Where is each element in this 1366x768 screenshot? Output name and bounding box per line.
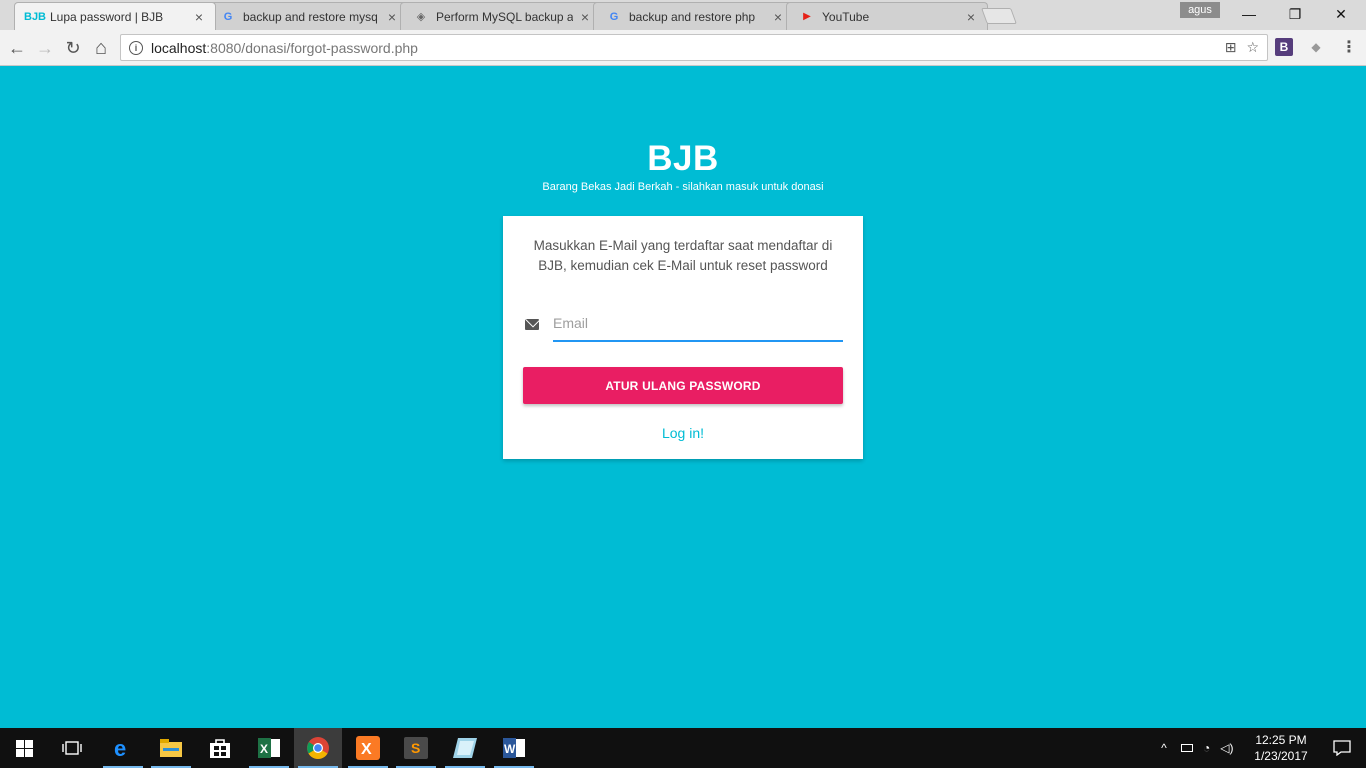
store-icon[interactable] — [196, 728, 244, 768]
svg-text:S: S — [411, 740, 420, 756]
system-tray: ^ ◔ ◁) — [1157, 728, 1233, 768]
file-explorer-icon[interactable] — [147, 728, 195, 768]
svg-text:e: e — [114, 737, 126, 759]
brand-header: BJB Barang Bekas Jadi Berkah - silahkan … — [0, 139, 1366, 194]
minimize-icon[interactable]: — — [1226, 0, 1272, 28]
bookmark-star-icon[interactable]: ☆ — [1246, 39, 1259, 56]
address-bar[interactable]: i localhost:8080/donasi/forgot-password.… — [120, 34, 1268, 61]
tab-close-icon[interactable]: × — [384, 9, 400, 25]
forgot-password-card: Masukkan E-Mail yang terdaftar saat mend… — [503, 216, 863, 459]
svg-text:X: X — [361, 741, 372, 758]
clock-time: 12:25 PM — [1255, 733, 1307, 747]
tab-backup-restore-php[interactable]: G backup and restore php × — [593, 2, 795, 30]
svg-text:W: W — [504, 742, 516, 756]
tab-youtube[interactable]: ▶ YouTube × — [786, 2, 988, 30]
tab-title: backup and restore mysq — [243, 9, 378, 24]
home-icon[interactable]: ⌂ — [88, 35, 114, 61]
brand-subtitle: Barang Bekas Jadi Berkah - silahkan masu… — [542, 181, 824, 193]
tab-backup-restore-mysql[interactable]: G backup and restore mysq × — [207, 2, 409, 30]
battery-icon[interactable] — [1181, 744, 1193, 752]
windows-taskbar: e X X S W ^ ◔ ◁) 12:25 PM 1/23/2017 — [0, 728, 1366, 768]
tab-title: backup and restore php — [629, 9, 756, 24]
login-link[interactable]: Log in! — [503, 425, 863, 441]
google-favicon-icon: G — [609, 10, 619, 23]
tab-close-icon[interactable]: × — [963, 9, 979, 25]
task-view-icon[interactable] — [48, 728, 96, 768]
tab-title: Lupa password | BJB — [50, 9, 164, 24]
sublime-text-icon[interactable]: S — [392, 728, 440, 768]
reload-icon[interactable]: ↻ — [60, 35, 86, 61]
windows-start-icon[interactable] — [0, 728, 48, 768]
action-center-icon[interactable] — [1318, 728, 1366, 768]
taskbar-clock[interactable]: 12:25 PM 1/23/2017 — [1248, 732, 1314, 764]
tab-close-icon[interactable]: × — [577, 9, 593, 25]
show-hidden-icons-icon[interactable]: ^ — [1157, 741, 1171, 755]
instruction-text: Masukkan E-Mail yang terdaftar saat mend… — [533, 238, 833, 273]
new-tab-button[interactable] — [981, 8, 1017, 24]
email-icon — [525, 319, 539, 330]
site-favicon-icon: ◈ — [416, 11, 426, 23]
youtube-favicon-icon: ▶ — [803, 11, 811, 22]
translate-icon[interactable]: ⊞ — [1225, 39, 1237, 56]
tab-close-icon[interactable]: × — [770, 9, 786, 25]
email-input[interactable] — [553, 310, 843, 342]
tab-close-icon[interactable]: × — [191, 9, 207, 25]
tab-lupa-password[interactable]: BJB Lupa password | BJB × — [14, 2, 216, 30]
reset-password-button[interactable]: ATUR ULANG PASSWORD — [523, 367, 843, 404]
bjb-favicon-icon: BJB — [24, 10, 47, 23]
edge-icon[interactable]: e — [99, 728, 147, 768]
browser-toolbar: ← → ↻ ⌂ i localhost:8080/donasi/forgot-p… — [0, 30, 1366, 66]
extension-icon[interactable]: ◆ — [1307, 38, 1325, 56]
tab-title: Perform MySQL backup a — [436, 9, 573, 24]
profile-button[interactable]: agus — [1180, 2, 1220, 18]
restore-icon[interactable]: ❐ — [1272, 0, 1318, 28]
forward-icon[interactable]: → — [32, 35, 58, 61]
excel-icon[interactable]: X — [245, 728, 293, 768]
volume-icon[interactable]: ◁) — [1220, 741, 1233, 755]
tab-title: YouTube — [822, 9, 870, 24]
xampp-icon[interactable]: X — [344, 728, 392, 768]
browser-tab-strip: BJB Lupa password | BJB × G backup and r… — [0, 0, 1366, 30]
app-window-icon[interactable] — [441, 728, 489, 768]
brand-title: BJB — [647, 139, 719, 178]
network-icon[interactable]: ◔ — [1203, 741, 1210, 755]
clock-date: 1/23/2017 — [1254, 749, 1308, 763]
url-path: :8080/donasi/forgot-password.php — [206, 39, 418, 56]
url-host: localhost — [151, 39, 207, 56]
svg-text:X: X — [260, 742, 268, 756]
close-window-icon[interactable]: ✕ — [1318, 0, 1364, 28]
chrome-menu-icon[interactable]: ⋮ — [1340, 38, 1358, 56]
bootstrap-extension-icon[interactable]: B — [1275, 38, 1293, 56]
chrome-icon[interactable] — [294, 728, 342, 768]
word-icon[interactable]: W — [490, 728, 538, 768]
google-favicon-icon: G — [223, 10, 233, 23]
site-info-icon[interactable]: i — [129, 40, 143, 55]
back-icon[interactable]: ← — [4, 35, 30, 61]
tab-perform-mysql-backup[interactable]: ◈ Perform MySQL backup a × — [400, 2, 602, 30]
